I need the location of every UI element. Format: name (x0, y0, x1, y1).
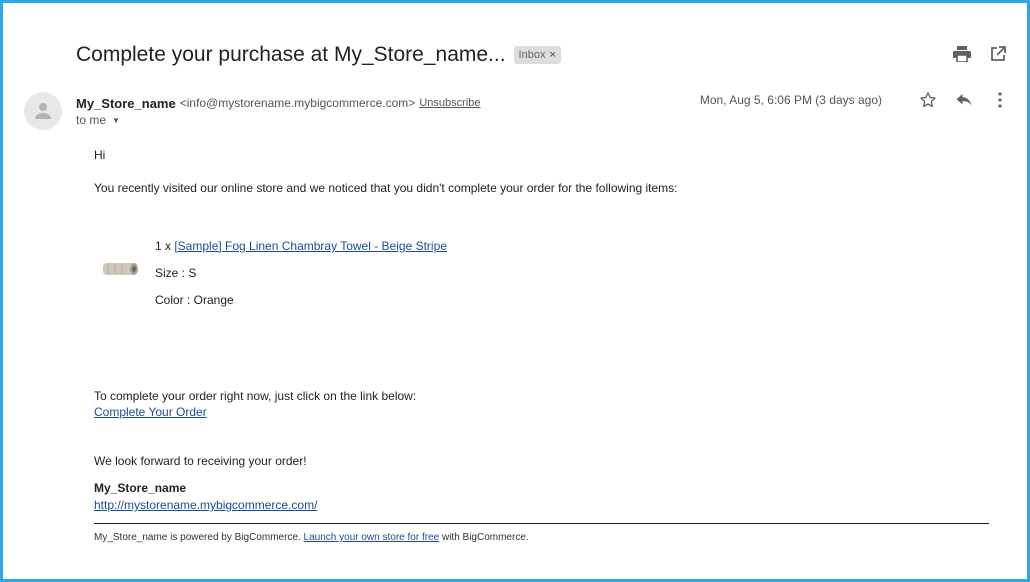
item-quantity: 1 x (155, 239, 175, 253)
reply-button[interactable] (954, 90, 974, 110)
avatar-icon (35, 103, 51, 119)
signature-name: My_Store_name (94, 481, 187, 495)
intro-text: You recently visited our online store an… (94, 181, 678, 195)
item-color: Color : Orange (155, 293, 234, 307)
recipients-text: to me (76, 113, 107, 127)
item-size: Size : S (155, 266, 197, 280)
closing-text: We look forward to receiving your order! (94, 454, 307, 468)
sender-avatar[interactable] (24, 92, 62, 130)
chevron-down-icon: ▼ (112, 115, 120, 125)
complete-order-link[interactable]: Complete Your Order (94, 405, 207, 419)
recipients-toggle[interactable]: to me ▼ (76, 113, 120, 127)
store-url-link[interactable]: http://mystorename.mybigcommerce.com/ (94, 498, 317, 512)
greeting: Hi (94, 148, 106, 162)
print-icon (953, 46, 971, 62)
subject-row: Complete your purchase at My_Store_name.… (76, 40, 1010, 70)
open-in-new-icon (991, 46, 1006, 61)
footer-suffix: with BigCommerce. (441, 532, 529, 543)
top-actions (952, 44, 1008, 64)
message-date: Mon, Aug 5, 6:06 PM (3 days ago) (699, 93, 882, 107)
item-line: 1 x [Sample] Fog Linen Chambray Towel - … (155, 239, 447, 253)
footer: My_Store_name is powered by BigCommerce.… (94, 532, 529, 543)
star-icon (920, 92, 936, 108)
sender-email: <info@mystorename.mybigcommerce.com> (179, 96, 416, 110)
unsubscribe-link[interactable]: Unsubscribe (419, 97, 480, 109)
launch-store-link[interactable]: Launch your own store for free (304, 532, 440, 543)
footer-prefix: My_Store_name is powered by BigCommerce. (94, 532, 301, 543)
open-in-new-window-button[interactable] (988, 44, 1008, 64)
cta-text: To complete your order right now, just c… (94, 389, 417, 403)
inbox-label-text: Inbox (518, 49, 546, 61)
sender-name[interactable]: My_Store_name (76, 96, 176, 111)
item-name-link[interactable]: [Sample] Fog Linen Chambray Towel - Beig… (174, 239, 447, 253)
more-options-button[interactable] (990, 90, 1010, 110)
remove-label-button[interactable]: × (549, 49, 555, 61)
email-subject: Complete your purchase at My_Store_name.… (76, 43, 506, 66)
inbox-label[interactable]: Inbox × (513, 46, 561, 64)
print-button[interactable] (952, 44, 972, 64)
more-icon (998, 92, 1002, 108)
message-actions: Mon, Aug 5, 6:06 PM (3 days ago) (700, 90, 1010, 110)
footer-divider (94, 523, 989, 524)
star-button[interactable] (918, 90, 938, 110)
reply-icon (956, 94, 972, 106)
product-image[interactable] (100, 258, 140, 280)
